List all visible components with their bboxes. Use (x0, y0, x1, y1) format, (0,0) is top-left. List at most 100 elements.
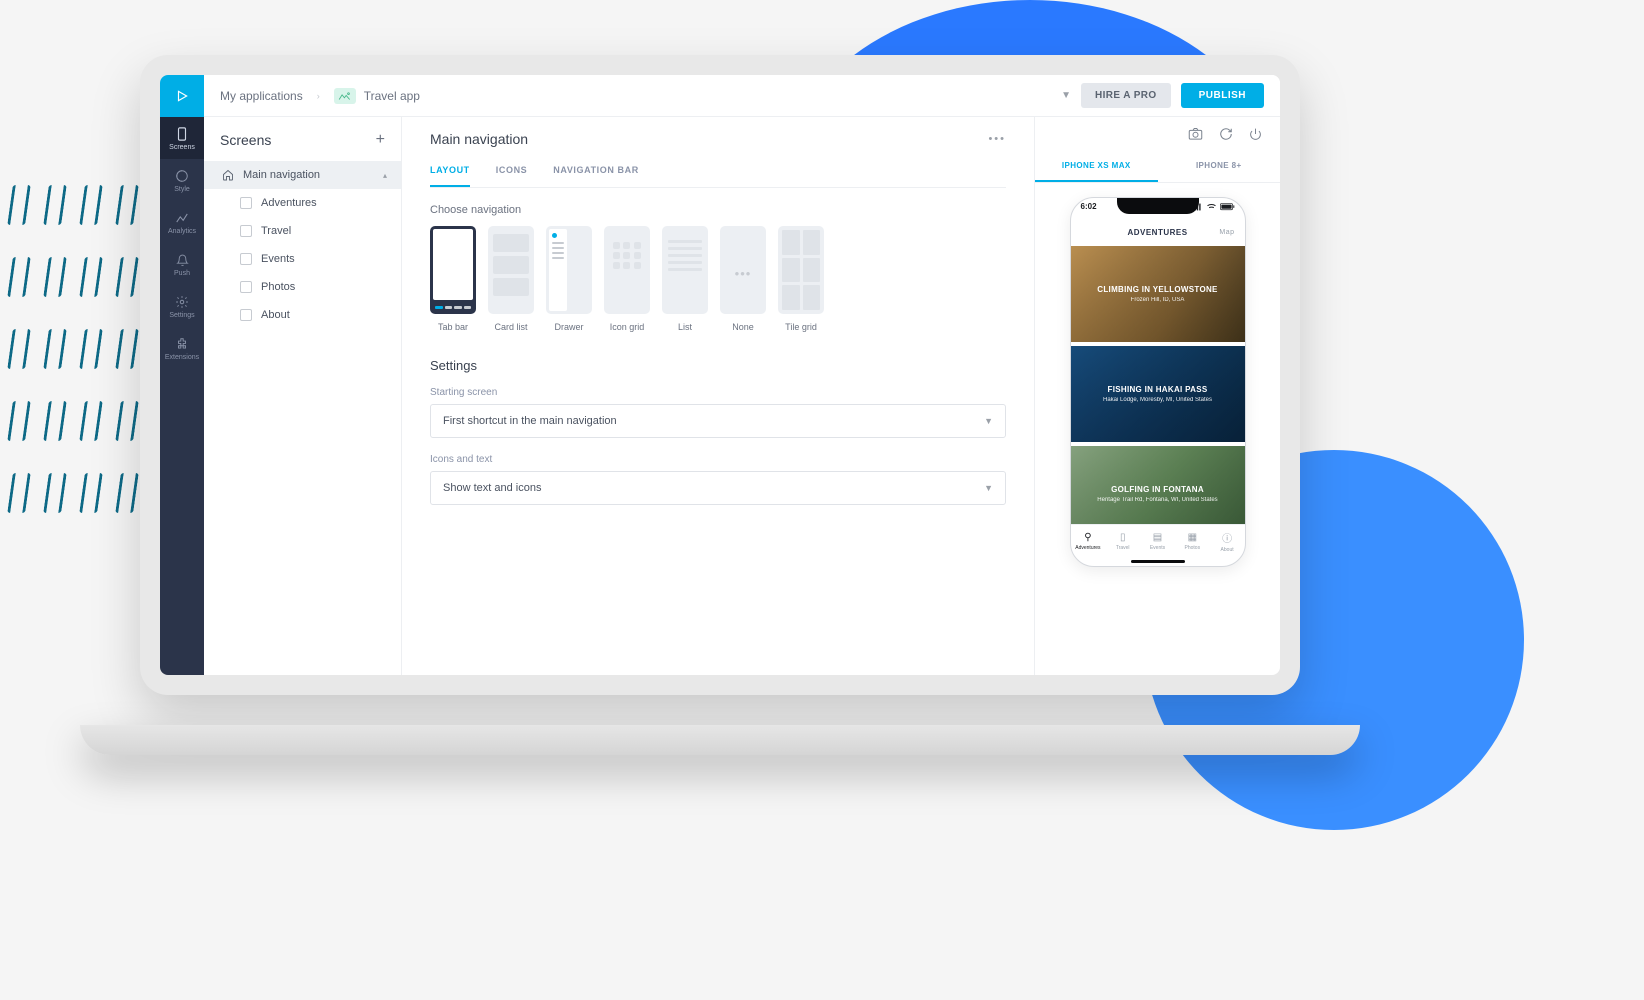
hire-pro-button[interactable]: HIRE A PRO (1081, 83, 1171, 108)
card-title: FISHING IN HAKAI PASS (1108, 385, 1208, 394)
nav-option-label: Icon grid (610, 322, 645, 332)
push-icon (175, 253, 189, 267)
left-rail: Screens Style Analytics Push (160, 117, 204, 675)
phone-time: 6:02 (1081, 202, 1097, 211)
rail-item-extensions[interactable]: Extensions (160, 327, 204, 369)
preview-panel: IPHONE XS MAX IPHONE 8+ 6:02 (1034, 117, 1280, 675)
screen-label: Travel (261, 225, 291, 237)
preview-card[interactable]: FISHING IN HAKAI PASS Hakai Lodge, Mores… (1071, 346, 1245, 442)
rail-item-settings[interactable]: Settings (160, 285, 204, 327)
screens-title: Screens (220, 132, 271, 148)
info-icon: ⓘ (1222, 530, 1232, 545)
page-icon (240, 281, 252, 293)
tab-icons[interactable]: ICONS (496, 165, 528, 187)
breadcrumb-app-name: Travel app (364, 89, 420, 103)
nav-option-card-list[interactable]: Card list (488, 226, 534, 332)
card-title: CLIMBING IN YELLOWSTONE (1097, 285, 1217, 294)
rail-item-analytics[interactable]: Analytics (160, 201, 204, 243)
image-icon: ▦ (1188, 532, 1197, 543)
rail-label: Settings (169, 312, 194, 319)
chevron-down-icon: ▼ (984, 416, 993, 426)
device-tab-iphone-xs-max[interactable]: IPHONE XS MAX (1035, 151, 1158, 182)
phone-notch (1117, 198, 1199, 214)
screen-item-adventures[interactable]: Adventures (204, 189, 401, 217)
breadcrumb: My applications › Travel app (204, 88, 436, 104)
brand-logo[interactable] (160, 75, 204, 117)
rail-item-push[interactable]: Push (160, 243, 204, 285)
screens-icon (175, 127, 189, 141)
more-menu[interactable]: ••• (988, 133, 1006, 145)
card-title: GOLFING IN FONTANA (1111, 485, 1204, 494)
nav-option-drawer[interactable]: Drawer (546, 226, 592, 332)
chevron-right-icon: › (317, 91, 320, 101)
phone-tab-adventures[interactable]: ⚲Adventures (1071, 525, 1106, 558)
breadcrumb-app[interactable]: Travel app (334, 88, 420, 104)
rail-item-style[interactable]: Style (160, 159, 204, 201)
nav-option-list[interactable]: List (662, 226, 708, 332)
screen-label: Adventures (261, 197, 317, 209)
device-tab-iphone-8-plus[interactable]: IPHONE 8+ (1158, 151, 1281, 182)
rail-label: Extensions (165, 354, 199, 361)
account-dropdown[interactable]: ▼ (1061, 90, 1071, 101)
app-header: My applications › Travel app ▼ HIRE A PR… (160, 75, 1280, 117)
nav-option-label: Tile grid (785, 322, 817, 332)
nav-option-label: Tab bar (438, 322, 468, 332)
nav-option-tab-bar[interactable]: Tab bar (430, 226, 476, 332)
phone-map-link[interactable]: Map (1219, 229, 1234, 236)
editor-main: Main navigation ••• LAYOUT ICONS NAVIGAT… (402, 117, 1034, 675)
settings-heading: Settings (430, 358, 1006, 373)
icons-text-label: Icons and text (430, 454, 1006, 465)
rail-label: Analytics (168, 228, 196, 235)
phone-tab-about[interactable]: ⓘAbout (1210, 525, 1245, 558)
card-subtitle: Frozen Hill, ID, USA (1131, 297, 1185, 303)
rail-item-screens[interactable]: Screens (160, 117, 204, 159)
nav-option-none[interactable]: ••• None (720, 226, 766, 332)
choose-navigation-label: Choose navigation (430, 204, 1006, 216)
screen-label: Events (261, 253, 295, 265)
starting-screen-select[interactable]: First shortcut in the main navigation ▼ (430, 404, 1006, 438)
collapse-icon[interactable]: ▴ (383, 171, 387, 180)
app-icon (334, 88, 356, 104)
nav-option-label: Card list (494, 322, 527, 332)
calendar-icon: ▤ (1153, 532, 1162, 543)
chevron-down-icon: ▼ (984, 483, 993, 493)
preview-card[interactable]: GOLFING IN FONTANA Heritage Trail Rd, Fo… (1071, 446, 1245, 524)
phone-tab-travel[interactable]: ▯Travel (1105, 525, 1140, 558)
screen-item-about[interactable]: About (204, 301, 401, 329)
card-subtitle: Heritage Trail Rd, Fontana, WI, United S… (1097, 497, 1217, 503)
rail-label: Style (174, 186, 190, 193)
nav-option-icon-grid[interactable]: Icon grid (604, 226, 650, 332)
power-icon[interactable] (1249, 127, 1262, 141)
screens-sidebar: Screens + Main navigation ▴ Adventures (204, 117, 402, 675)
icons-text-select[interactable]: Show text and icons ▼ (430, 471, 1006, 505)
phone-header: ADVENTURES Map (1071, 222, 1245, 243)
card-subtitle: Hakai Lodge, Moresby, MI, United States (1103, 397, 1212, 403)
screenshot-icon[interactable] (1188, 127, 1203, 141)
nav-option-tile-grid[interactable]: Tile grid (778, 226, 824, 332)
screen-item-travel[interactable]: Travel (204, 217, 401, 245)
breadcrumb-root[interactable]: My applications (220, 89, 303, 103)
preview-card[interactable]: CLIMBING IN YELLOWSTONE Frozen Hill, ID,… (1071, 246, 1245, 342)
screen-item-main-navigation[interactable]: Main navigation ▴ (204, 161, 401, 189)
nav-option-label: Drawer (554, 322, 583, 332)
phone-tab-events[interactable]: ▤Events (1140, 525, 1175, 558)
screen-item-photos[interactable]: Photos (204, 273, 401, 301)
tab-layout[interactable]: LAYOUT (430, 165, 470, 187)
page-icon (240, 197, 252, 209)
page-icon (240, 309, 252, 321)
refresh-icon[interactable] (1219, 127, 1233, 141)
rail-label: Screens (169, 144, 195, 151)
screen-label: Main navigation (243, 169, 320, 181)
home-icon (222, 169, 234, 181)
tab-navigation-bar[interactable]: NAVIGATION BAR (553, 165, 639, 187)
screen-label: About (261, 309, 290, 321)
select-value: Show text and icons (443, 482, 541, 494)
screen-item-events[interactable]: Events (204, 245, 401, 273)
phone-preview: 6:02 ADVENTURES Map (1070, 197, 1246, 567)
select-value: First shortcut in the main navigation (443, 415, 617, 427)
phone-tab-photos[interactable]: ▦Photos (1175, 525, 1210, 558)
add-screen-button[interactable]: + (376, 131, 385, 149)
home-indicator (1131, 560, 1185, 563)
page-icon (240, 253, 252, 265)
publish-button[interactable]: PUBLISH (1181, 83, 1264, 108)
